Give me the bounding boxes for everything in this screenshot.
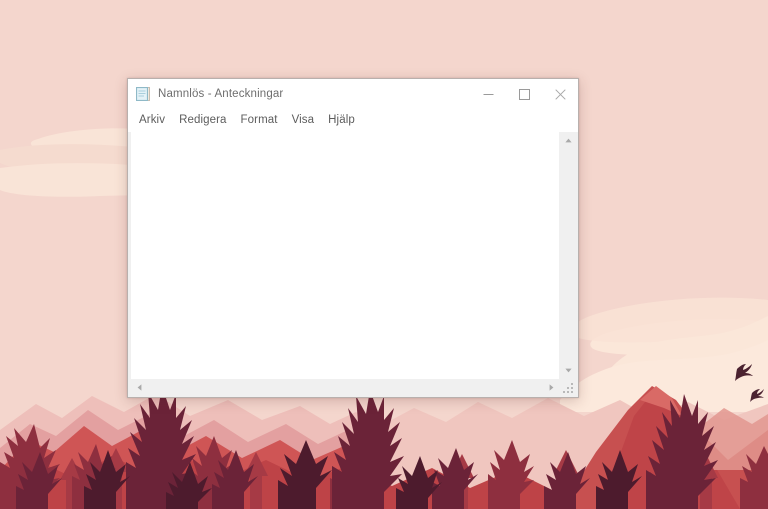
horizontal-scrollbar[interactable] [131,379,560,396]
scroll-up-arrow-icon[interactable] [560,132,577,149]
menu-item-visa[interactable]: Visa [285,112,322,128]
menu-item-format[interactable]: Format [234,112,285,128]
vertical-scrollbar[interactable] [559,132,577,379]
notepad-icon [135,86,151,102]
window-title: Namnlös - Anteckningar [158,88,284,100]
menu-bar: Arkiv Redigera Format Visa Hjälp [128,109,578,132]
text-editor[interactable] [131,132,559,379]
notepad-window[interactable]: Namnlös - Anteckningar Arkiv Redigera Fo… [127,78,579,398]
window-titlebar[interactable]: Namnlös - Anteckningar [128,79,578,109]
scroll-left-arrow-icon[interactable] [131,379,148,396]
vertical-scroll-track[interactable] [560,149,577,362]
resize-grip[interactable] [560,379,577,396]
close-button[interactable] [542,79,578,109]
scroll-down-arrow-icon[interactable] [560,362,577,379]
horizontal-scrollbar-row [131,379,577,396]
menu-item-arkiv[interactable]: Arkiv [132,112,172,128]
scroll-right-arrow-icon[interactable] [543,379,560,396]
menu-item-redigera[interactable]: Redigera [172,112,233,128]
maximize-button[interactable] [506,79,542,109]
desktop: Namnlös - Anteckningar Arkiv Redigera Fo… [0,0,768,509]
horizontal-scroll-track[interactable] [148,379,543,396]
window-controls [470,79,578,109]
minimize-button[interactable] [470,79,506,109]
menu-item-hjalp[interactable]: Hjälp [321,112,362,128]
window-client-area [128,132,578,397]
